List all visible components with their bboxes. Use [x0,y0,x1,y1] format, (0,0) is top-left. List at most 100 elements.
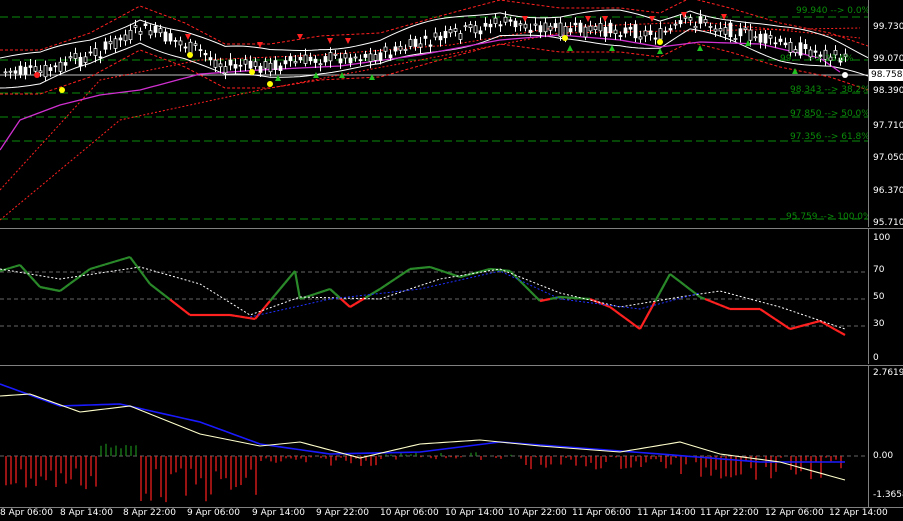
time-tick: 12 Apr 06:00 [765,508,824,518]
rsi-line-segment [99,263,106,268]
candle [138,30,143,35]
candle [448,29,453,34]
rsi-line-segment [664,273,671,284]
time-tick: 10 Apr 22:00 [508,508,567,518]
rsi-line-segment [804,322,811,327]
price-scale[interactable]: 99.730 99.070 98.390 97.710 97.050 96.37… [868,0,903,228]
candle [633,24,638,39]
candle [373,54,378,61]
candle [223,66,228,74]
rsi-line-segment [709,299,716,305]
candle [248,60,253,69]
candle [123,34,128,42]
signal-dot [562,35,568,41]
candle [788,42,793,53]
candle [398,45,403,51]
rsi-line-segment [154,287,161,293]
fib-label-500: 97.850 --> 50.0% [790,109,868,119]
rsi-line-segment [274,288,281,296]
candle [708,26,713,28]
candle [663,30,668,33]
macd-scale[interactable]: 2.7619 0.00 -1.3658 [868,366,903,507]
rsi-line-segment [799,323,806,328]
candle [543,22,548,33]
candle [813,50,818,53]
candle [378,52,383,61]
candle [763,33,768,44]
candle [168,33,173,42]
candle [243,59,248,65]
signal-dot [59,87,65,93]
rsi-line-segment [519,280,526,287]
rsi-line-segment [614,309,621,316]
candle [423,35,428,39]
rsi-pane[interactable] [0,229,868,364]
candle [438,35,443,41]
candle [748,29,753,41]
candle [608,22,613,34]
rsi-line-segment [119,257,126,262]
rsi-line-segment [129,256,136,265]
sell-arrow [522,16,528,22]
candle [768,35,773,39]
sell-arrow [345,38,351,44]
sell-arrow [327,38,333,44]
rsi-line-segment [439,269,446,274]
candle [798,42,803,56]
candle [68,56,73,59]
candle [273,60,278,71]
price-chart-pane[interactable]: 99.940 --> 0.0% 99. --> 23.6% 98.343 -->… [0,0,868,227]
time-tick: 9 Apr 06:00 [187,508,240,518]
candle [293,61,298,64]
price-tick: 95.710 [873,218,903,228]
rsi-line-segment [639,319,646,330]
time-tick: 11 Apr 22:00 [700,508,759,518]
macd-pane[interactable] [0,366,868,507]
current-price-label: 98.758 [869,69,903,81]
rsi-line-segment [309,292,316,297]
rsi-line-segment [624,317,631,323]
candle [343,53,348,59]
candle [733,38,738,40]
rsi-line-segment [449,272,456,277]
candle [298,56,303,61]
candle [573,22,578,26]
candle [263,61,268,69]
rsi-line-segment [424,265,431,269]
sell-arrow [602,16,608,22]
rsi-line-segment [814,319,821,324]
candle [628,26,633,30]
candle [433,32,438,38]
rsi-line-segment [84,268,91,274]
candle [143,23,148,26]
rsi-line-segment [764,311,771,317]
price-chart-canvas [0,0,868,221]
candle [353,56,358,59]
candle [38,70,43,74]
candle [333,53,338,56]
candle [803,44,808,50]
rsi-line-segment [229,313,236,317]
candle [193,43,198,46]
macd-tick: -1.3658 [873,490,903,500]
candle [288,56,293,62]
candle [493,17,498,24]
buy-arrow [657,48,663,54]
rsi-line-segment [324,287,331,292]
rsi-line-segment [24,269,31,277]
candle [643,30,648,37]
price-tick: 96.370 [873,186,903,196]
candle [668,28,673,31]
rsi-line-segment [244,316,251,320]
candle [783,42,788,46]
rsi-line-segment [9,265,16,270]
candle [88,51,93,54]
price-tick: 99.730 [873,22,903,32]
buy-arrow [567,45,573,51]
rsi-line-segment [719,303,726,309]
candle [453,28,458,32]
chart-window[interactable]: 99.940 --> 0.0% 99. --> 23.6% 98.343 -->… [0,0,903,521]
rsi-scale[interactable]: 100 70 50 30 0 [868,229,903,364]
candle [648,30,653,35]
candle [53,65,58,68]
